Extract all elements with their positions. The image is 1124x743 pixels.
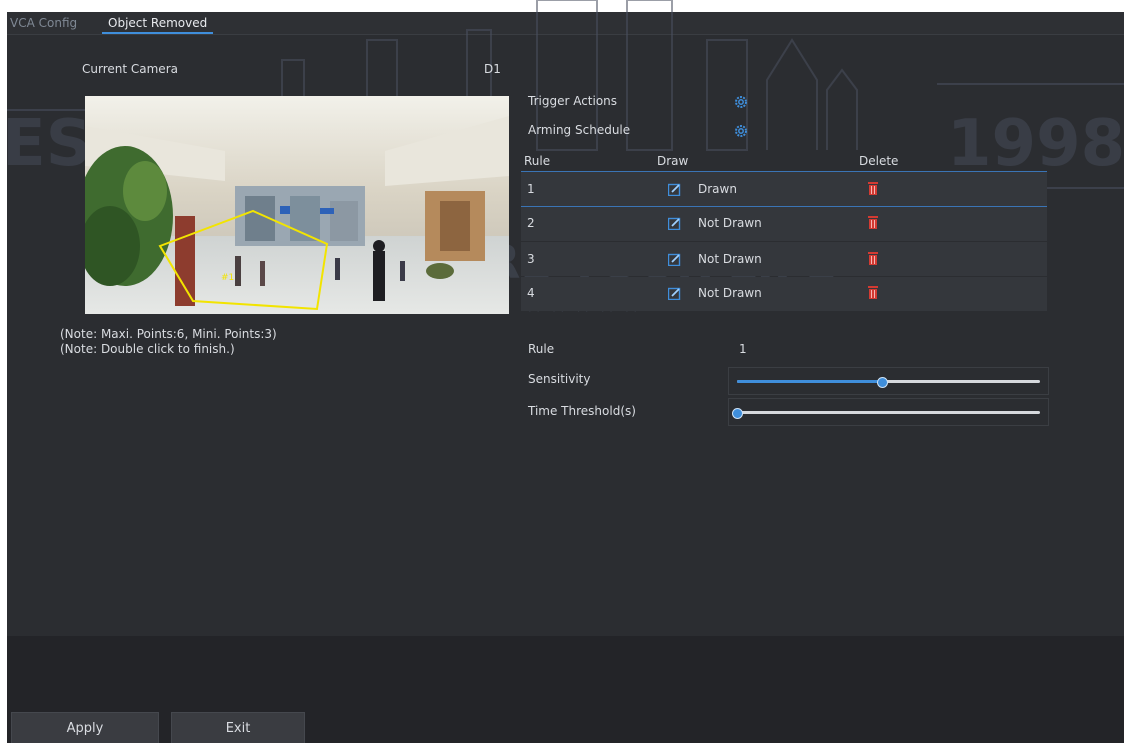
rule-draw-status: Not Drawn [698,286,762,300]
note-double-click: (Note: Double click to finish.) [60,342,235,356]
time-threshold-slider[interactable] [728,398,1049,426]
trash-icon[interactable] [867,215,879,229]
apply-button[interactable]: Apply [11,712,159,743]
trash-icon[interactable] [867,285,879,299]
rule-detail-label: Rule [528,342,555,356]
rules-header-draw: Draw [657,154,689,168]
trash-icon[interactable] [867,251,879,265]
gear-icon[interactable] [734,95,748,109]
edit-icon[interactable] [668,287,681,300]
table-row[interactable] [521,277,1047,311]
current-camera-value[interactable]: D1 [484,62,501,76]
camera-preview[interactable]: #1 [85,96,509,314]
arming-schedule-label: Arming Schedule [528,123,631,137]
edit-icon[interactable] [668,217,681,230]
time-threshold-label: Time Threshold(s) [528,404,636,418]
table-row[interactable] [521,207,1047,241]
top-strip [7,0,1124,12]
table-row[interactable] [521,172,1047,206]
rule-draw-status: Not Drawn [698,216,762,230]
rule-number: 1 [527,182,535,196]
tab-object-removed[interactable]: Object Removed [102,16,214,34]
edit-icon[interactable] [668,253,681,266]
trigger-actions-label: Trigger Actions [528,94,618,108]
watermark-right-text: 1998 [947,107,1124,181]
slider-knob[interactable] [877,377,889,388]
trash-icon[interactable] [867,181,879,195]
tab-vca-config[interactable]: VCA Config [10,16,77,30]
rule-number: 3 [527,252,535,266]
rule-detail-value: 1 [739,342,747,356]
sensitivity-slider[interactable] [728,367,1049,395]
mall-scene-image: #1 [85,96,509,314]
edit-icon[interactable] [668,183,681,196]
tab-bar: VCA Config Object Removed [7,12,1124,35]
rule-number: 4 [527,286,535,300]
rule-draw-status: Drawn [698,182,737,196]
slider-knob[interactable] [732,408,743,419]
current-camera-label: Current Camera [82,62,178,76]
rule-draw-status: Not Drawn [698,252,762,266]
rules-header-delete: Delete [859,154,899,168]
table-row[interactable] [521,242,1047,276]
vca-config-window: VCA Config Object Removed EST 1998 RE YO… [7,0,1124,743]
sensitivity-label: Sensitivity [528,372,591,386]
rule-number: 2 [527,216,535,230]
gear-icon[interactable] [734,124,748,138]
region-label: #1 [221,273,234,283]
exit-button[interactable]: Exit [171,712,305,743]
note-max-points: (Note: Maxi. Points:6, Mini. Points:3) [60,327,277,341]
rules-header-rule: Rule [524,154,551,168]
